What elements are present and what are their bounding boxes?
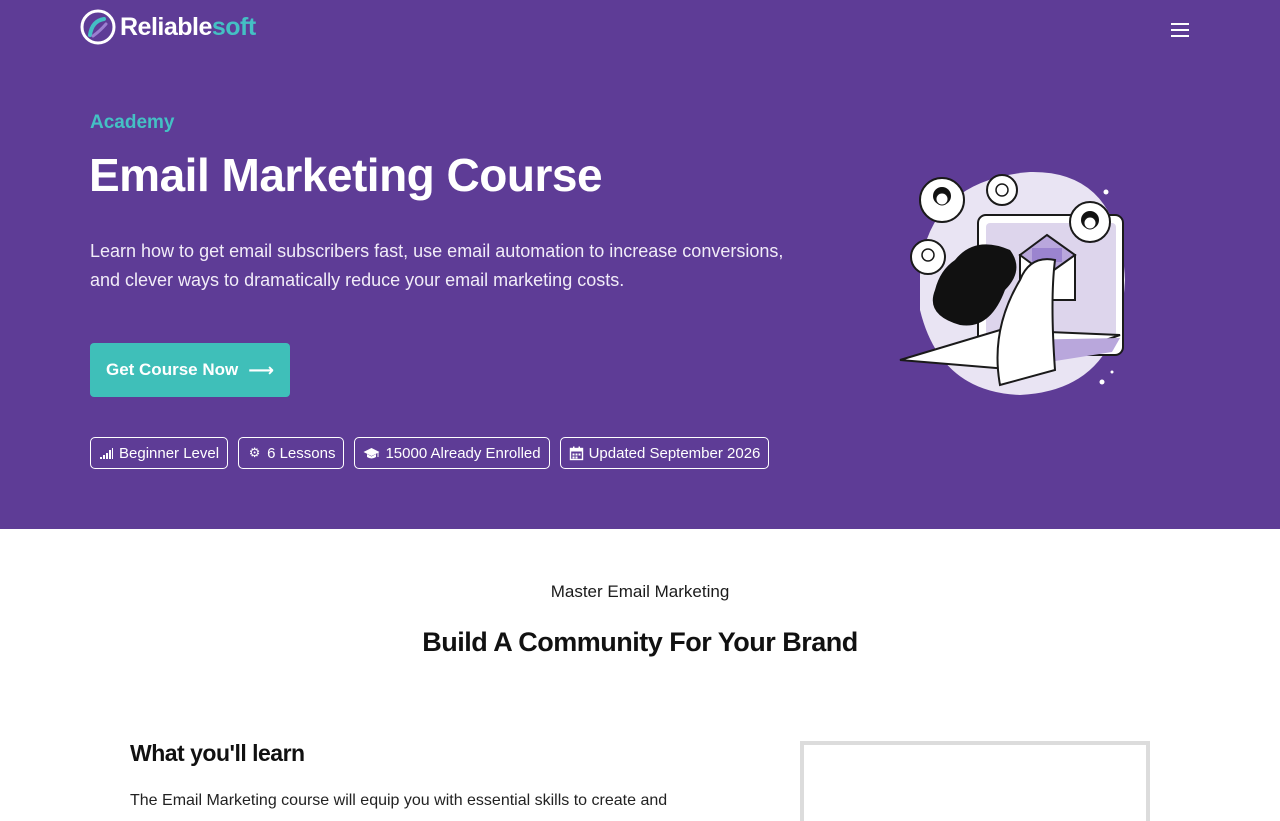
learn-intro: The Email Marketing course will equip yo… (130, 792, 668, 809)
badge-lessons: ⚙ 6 Lessons (238, 437, 345, 469)
section-kicker: Master Email Marketing (550, 582, 730, 601)
course-preview-box[interactable] (800, 741, 1150, 821)
get-course-button[interactable]: Get Course Now ⟶ (90, 343, 290, 397)
badge-updated: Updated September 2026 (559, 437, 770, 469)
section-heading: Build A Community For Your Brand (422, 627, 858, 657)
badge-level: Beginner Level (90, 437, 229, 469)
signal-bars-icon (100, 447, 113, 459)
graduation-cap-icon (363, 447, 380, 458)
hero-section: Reliablesoft Academy Email Marketing Cou… (0, 0, 1280, 529)
email-marketing-illustration (899, 171, 1125, 395)
badge-enrolled: 15000 Already Enrolled (354, 437, 550, 469)
logo-text-soft: soft (211, 13, 256, 41)
logo[interactable]: Reliablesoft (80, 9, 256, 45)
badge-updated-label: Updated September 2026 (588, 444, 761, 462)
arrow-right-icon: ⟶ (248, 359, 275, 380)
hero-eyebrow[interactable]: Academy (90, 112, 175, 134)
gear-icon: ⚙ (248, 445, 261, 460)
badge-enrolled-label: 15000 Already Enrolled (385, 444, 541, 462)
logo-text-reliable: Reliable (120, 13, 212, 41)
logo-wordmark: Reliablesoft (120, 9, 256, 45)
badge-lessons-label: 6 Lessons (267, 444, 336, 462)
logo-mark-icon (80, 9, 116, 45)
hero-description: Learn how to get email subscribers fast,… (90, 241, 784, 290)
learn-heading: What you'll learn (130, 740, 305, 766)
badge-level-label: Beginner Level (119, 444, 220, 462)
page-title: Email Marketing Course (89, 149, 603, 201)
calendar-icon (569, 446, 583, 460)
course-meta-badges: Beginner Level ⚙ 6 Lessons 15000 Already… (90, 437, 770, 469)
get-course-button-label: Get Course Now (105, 360, 239, 379)
hamburger-menu-icon[interactable] (1166, 18, 1194, 42)
